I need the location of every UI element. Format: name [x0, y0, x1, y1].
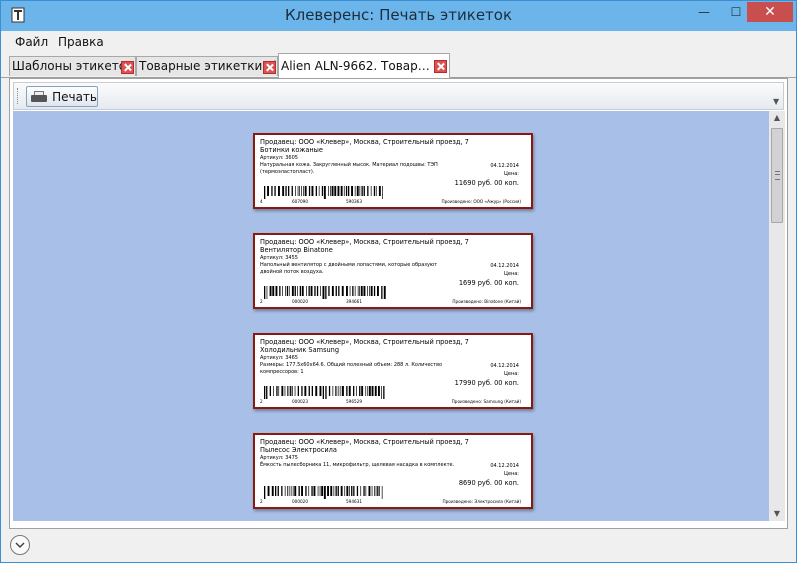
label-price: 8690 руб. 00 коп.: [458, 479, 519, 487]
toolbar: Печать ▼: [13, 82, 784, 110]
label-date: 04.12.2014: [490, 463, 519, 469]
close-icon[interactable]: [121, 61, 134, 74]
barcode-digit-left: 000020: [292, 299, 308, 304]
barcode-digit-lead: 2: [260, 399, 263, 404]
barcode-digit-right: 590363: [346, 199, 362, 204]
label-manufacturer: Произведено: Binatone (Китай): [452, 299, 521, 304]
label-seller: Продавец: ООО «Клевер», Москва, Строител…: [260, 338, 469, 346]
label-card: Продавец: ООО «Клевер», Москва, Строител…: [253, 133, 533, 209]
barcode-digit-left: 607090: [292, 199, 308, 204]
label-price-caption: Цена:: [504, 371, 519, 377]
chevron-down-icon: [15, 542, 25, 549]
vertical-scrollbar[interactable]: ▲ ▼: [769, 111, 785, 521]
label-date: 04.12.2014: [490, 263, 519, 269]
scroll-up-icon[interactable]: ▲: [769, 111, 785, 125]
label-price: 11690 руб. 00 коп.: [454, 179, 519, 187]
label-card: Продавец: ООО «Клевер», Москва, Строител…: [253, 233, 533, 309]
label-article: Артикул: 3455: [260, 255, 298, 261]
barcode-digit-right: 596529: [346, 399, 362, 404]
scroll-thumb[interactable]: [771, 128, 783, 223]
label-seller: Продавец: ООО «Клевер», Москва, Строител…: [260, 138, 469, 146]
scroll-down-icon[interactable]: ▼: [769, 507, 785, 521]
label-article: Артикул: 3605: [260, 155, 298, 161]
tab-label: Alien ALN-9662. Товарная этикетка: [281, 59, 431, 73]
tab-label: Товарные этикетки.xls: [139, 59, 278, 73]
label-description: Напольный вентилятор с двойными лопастям…: [260, 262, 438, 275]
label-preview-area[interactable]: Продавец: ООО «Клевер», Москва, Строител…: [13, 111, 770, 521]
label-date: 04.12.2014: [490, 363, 519, 369]
label-product-name: Холодильник Samsung: [260, 346, 340, 354]
tab-product-labels-xls[interactable]: Товарные этикетки.xls: [136, 56, 278, 76]
window-title: Клеверенс: Печать этикеток: [284, 6, 513, 24]
barcode: [264, 186, 383, 199]
label-price-caption: Цена:: [504, 171, 519, 177]
tab-alien-label[interactable]: Alien ALN-9662. Товарная этикетка: [278, 53, 450, 78]
tab-label: Шаблоны этикеток: [12, 59, 134, 73]
print-button[interactable]: Печать: [26, 86, 98, 107]
title-bar[interactable]: Клеверенс: Печать этикеток — ☐ ✕: [1, 1, 796, 31]
barcode: [264, 486, 383, 499]
barcode-digit-lead: 2: [260, 499, 263, 504]
barcode: [264, 286, 386, 299]
menu-edit[interactable]: Правка: [58, 35, 104, 49]
label-seller: Продавец: ООО «Клевер», Москва, Строител…: [260, 438, 469, 446]
minimize-button[interactable]: —: [691, 2, 717, 22]
barcode-digit-right: 594631: [346, 499, 362, 504]
label-price: 1699 руб. 00 коп.: [458, 279, 519, 287]
app-window: Клеверенс: Печать этикеток — ☐ ✕ Файл Пр…: [0, 0, 797, 563]
label-manufacturer: Произведено: Samsung (Китай): [451, 399, 521, 404]
label-price-caption: Цена:: [504, 271, 519, 277]
label-date: 04.12.2014: [490, 163, 519, 169]
label-seller: Продавец: ООО «Клевер», Москва, Строител…: [260, 238, 469, 246]
toolbar-grip[interactable]: [17, 88, 21, 104]
close-icon[interactable]: [434, 60, 447, 73]
barcode-digit-left: 000023: [292, 399, 308, 404]
tab-label-templates[interactable]: Шаблоны этикеток: [9, 56, 136, 76]
label-description: Натуральная кожа. Закругленный мысок. Ма…: [260, 162, 438, 175]
label-card: Продавец: ООО «Клевер», Москва, Строител…: [253, 333, 533, 409]
maximize-button[interactable]: ☐: [723, 2, 749, 22]
toolbar-overflow-icon[interactable]: ▼: [773, 97, 781, 107]
menu-file[interactable]: Файл: [15, 35, 48, 49]
status-bar: [1, 530, 796, 562]
document-panel: Печать ▼ Продавец: ООО «Клевер», Москва,…: [9, 78, 788, 529]
label-product-name: Ботинки кожаные: [260, 146, 323, 154]
label-card: Продавец: ООО «Клевер», Москва, Строител…: [253, 433, 533, 509]
label-product-name: Пылесос Электросила: [260, 446, 337, 454]
label-product-name: Вентилятор Binatone: [260, 246, 333, 254]
barcode-digit-lead: 4: [260, 199, 263, 204]
barcode: [264, 386, 385, 399]
label-description: Размеры: 177.5х60х64.6. Общий полезный о…: [260, 362, 443, 375]
expand-panel-button[interactable]: [10, 535, 30, 555]
close-button[interactable]: ✕: [747, 2, 793, 22]
menu-bar: Файл Правка: [1, 31, 796, 53]
printer-icon: [31, 90, 47, 103]
close-icon[interactable]: [263, 61, 276, 74]
barcode-digit-right: 394661: [346, 299, 362, 304]
tab-strip: Шаблоны этикеток Товарные этикетки.xls A…: [1, 53, 796, 78]
print-button-label: Печать: [52, 89, 97, 104]
label-manufacturer: Произведено: ООО «Ажур» (Россия): [441, 199, 521, 204]
barcode-digit-lead: 2: [260, 299, 263, 304]
label-price-caption: Цена:: [504, 471, 519, 477]
barcode-digit-left: 000020: [292, 499, 308, 504]
label-article: Артикул: 3465: [260, 355, 298, 361]
label-article: Артикул: 3475: [260, 455, 298, 461]
label-description: Ёмкость пылесборника 11, микрофильтр, ще…: [260, 462, 455, 468]
label-price: 17990 руб. 00 коп.: [454, 379, 519, 387]
label-manufacturer: Произведено: Электросила (Китай): [442, 499, 521, 504]
